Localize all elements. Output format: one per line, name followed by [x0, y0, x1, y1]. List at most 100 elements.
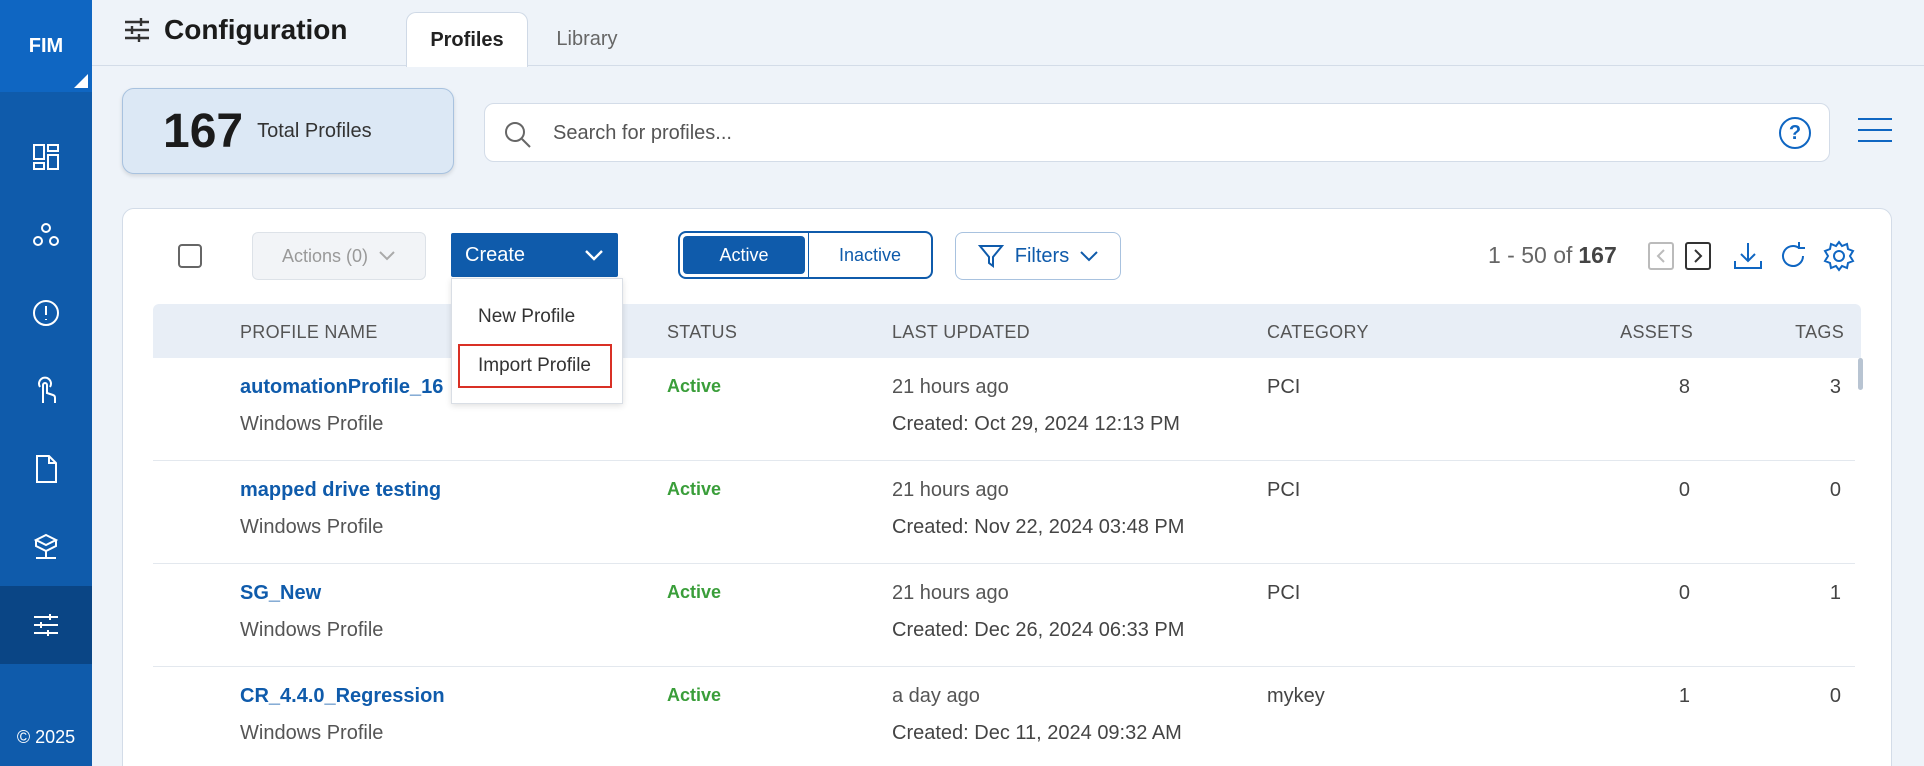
menu-item-import-profile[interactable]: Import Profile	[458, 344, 612, 388]
table-scrollbar[interactable]	[1858, 358, 1863, 390]
hub-icon	[33, 223, 59, 246]
created-date: Created: Dec 26, 2024 06:33 PM	[892, 619, 1185, 641]
network-icon	[33, 533, 59, 559]
tags-count: 0	[1829, 479, 1841, 501]
pagination-range: 1 - 50 of	[1488, 242, 1573, 268]
nav-item-configuration[interactable]	[0, 586, 92, 664]
profile-type: Windows Profile	[240, 722, 384, 744]
brand-logo[interactable]: FIM	[0, 0, 92, 92]
status-badge: Active	[667, 582, 722, 602]
settings-button[interactable]	[1822, 239, 1856, 273]
chevron-left-icon	[1656, 249, 1665, 263]
column-last-updated[interactable]: LAST UPDATED	[892, 322, 1030, 343]
help-icon[interactable]: ?	[1779, 117, 1811, 149]
category: PCI	[1267, 479, 1301, 501]
next-page-button[interactable]	[1685, 242, 1711, 270]
status-badge: Active	[667, 479, 722, 499]
category: mykey	[1267, 685, 1325, 707]
category: PCI	[1267, 582, 1301, 604]
column-tags[interactable]: TAGS	[1795, 322, 1844, 343]
copyright: © 2025	[16, 727, 76, 747]
search-input[interactable]	[553, 116, 1733, 150]
last-updated: 21 hours ago	[892, 376, 1009, 398]
create-button[interactable]: Create	[451, 233, 618, 277]
select-all-checkbox[interactable]	[178, 244, 202, 268]
dashboard-icon	[33, 144, 59, 170]
expand-corner-icon	[74, 74, 88, 88]
toggle-inactive[interactable]: Inactive	[808, 233, 931, 277]
search-icon	[505, 122, 531, 148]
total-profiles-label: Total Profiles	[257, 119, 372, 142]
profile-name-link[interactable]: CR_4.4.0_Regression	[240, 685, 445, 708]
tab-library[interactable]: Library	[532, 12, 642, 67]
created-date: Created: Dec 11, 2024 09:32 AM	[892, 722, 1182, 744]
menu-item-new-profile[interactable]: New Profile	[458, 295, 612, 339]
prev-page-button[interactable]	[1648, 242, 1674, 270]
actions-label: Actions (0)	[281, 245, 369, 266]
page-title: Configuration	[122, 14, 348, 46]
nav-item-touch[interactable]	[0, 352, 92, 430]
pagination-total: 167	[1578, 242, 1617, 268]
chevron-down-icon	[1080, 251, 1098, 262]
status-badge: Active	[667, 376, 722, 396]
actions-button[interactable]: Actions (0)	[252, 232, 426, 280]
last-updated: 21 hours ago	[892, 582, 1009, 604]
profile-name-link[interactable]: SG_New	[240, 582, 321, 605]
touch-icon	[38, 376, 56, 403]
filters-button[interactable]: Filters	[955, 232, 1121, 280]
last-updated: a day ago	[892, 685, 980, 707]
created-date: Created: Nov 22, 2024 03:48 PM	[892, 516, 1185, 538]
assets-count: 1	[1678, 685, 1690, 707]
nav-item-hub[interactable]	[0, 196, 92, 274]
search-bar: ?	[484, 103, 1830, 162]
table-row[interactable]: SG_New Windows Profile Active 21 hours a…	[153, 564, 1855, 667]
profile-name-link[interactable]: automationProfile_16	[240, 376, 443, 399]
download-icon	[1734, 243, 1762, 269]
created-date: Created: Oct 29, 2024 12:13 PM	[892, 413, 1180, 435]
category: PCI	[1267, 376, 1301, 398]
profile-type: Windows Profile	[240, 516, 384, 538]
table-row[interactable]: mapped drive testing Windows Profile Act…	[153, 461, 1855, 564]
download-button[interactable]	[1731, 239, 1765, 273]
menu-icon[interactable]	[1858, 118, 1892, 144]
alert-icon	[33, 300, 59, 326]
table-header: PROFILE NAME STATUS LAST UPDATED CATEGOR…	[153, 304, 1861, 358]
filters-label: Filters	[1014, 244, 1070, 267]
pagination-info: 1 - 50 of 167	[1488, 242, 1617, 269]
column-profile-name[interactable]: PROFILE NAME	[240, 322, 378, 343]
table-row[interactable]: automationProfile_16 Windows Profile Act…	[153, 358, 1855, 461]
page-title-text: Configuration	[164, 14, 348, 45]
column-category[interactable]: CATEGORY	[1267, 322, 1369, 343]
brand-label: FIM	[28, 34, 64, 57]
tags-count: 0	[1829, 685, 1841, 707]
tags-count: 3	[1829, 376, 1841, 398]
refresh-button[interactable]	[1776, 239, 1810, 273]
chevron-right-icon	[1694, 249, 1703, 263]
profile-name-link[interactable]: mapped drive testing	[240, 479, 441, 502]
tags-count: 1	[1829, 582, 1841, 604]
nav-item-alerts[interactable]	[0, 274, 92, 352]
total-profiles-card: 167 Total Profiles	[122, 88, 454, 174]
nav-item-dashboard[interactable]	[0, 118, 92, 196]
assets-count: 8	[1678, 376, 1690, 398]
refresh-icon	[1782, 242, 1805, 267]
chevron-down-icon	[379, 251, 395, 261]
nav-item-network[interactable]	[0, 508, 92, 586]
assets-count: 0	[1678, 479, 1690, 501]
create-label: Create	[465, 243, 526, 266]
toggle-active[interactable]: Active	[683, 236, 805, 274]
tab-profiles[interactable]: Profiles	[406, 12, 528, 67]
status-badge: Active	[667, 685, 722, 705]
create-menu: New Profile Import Profile	[451, 278, 623, 404]
profile-type: Windows Profile	[240, 619, 384, 641]
column-assets[interactable]: ASSETS	[1620, 322, 1693, 343]
configuration-icon	[125, 18, 149, 42]
nav-item-documents[interactable]	[0, 430, 92, 508]
document-icon	[36, 455, 57, 483]
top-bar: Configuration Profiles Library	[92, 0, 1924, 67]
profile-type: Windows Profile	[240, 413, 384, 435]
status-toggle: Active Inactive	[678, 231, 933, 279]
table-row[interactable]: CR_4.4.0_Regression Windows Profile Acti…	[153, 667, 1855, 766]
filter-icon	[977, 245, 1004, 268]
column-status[interactable]: STATUS	[667, 322, 737, 343]
